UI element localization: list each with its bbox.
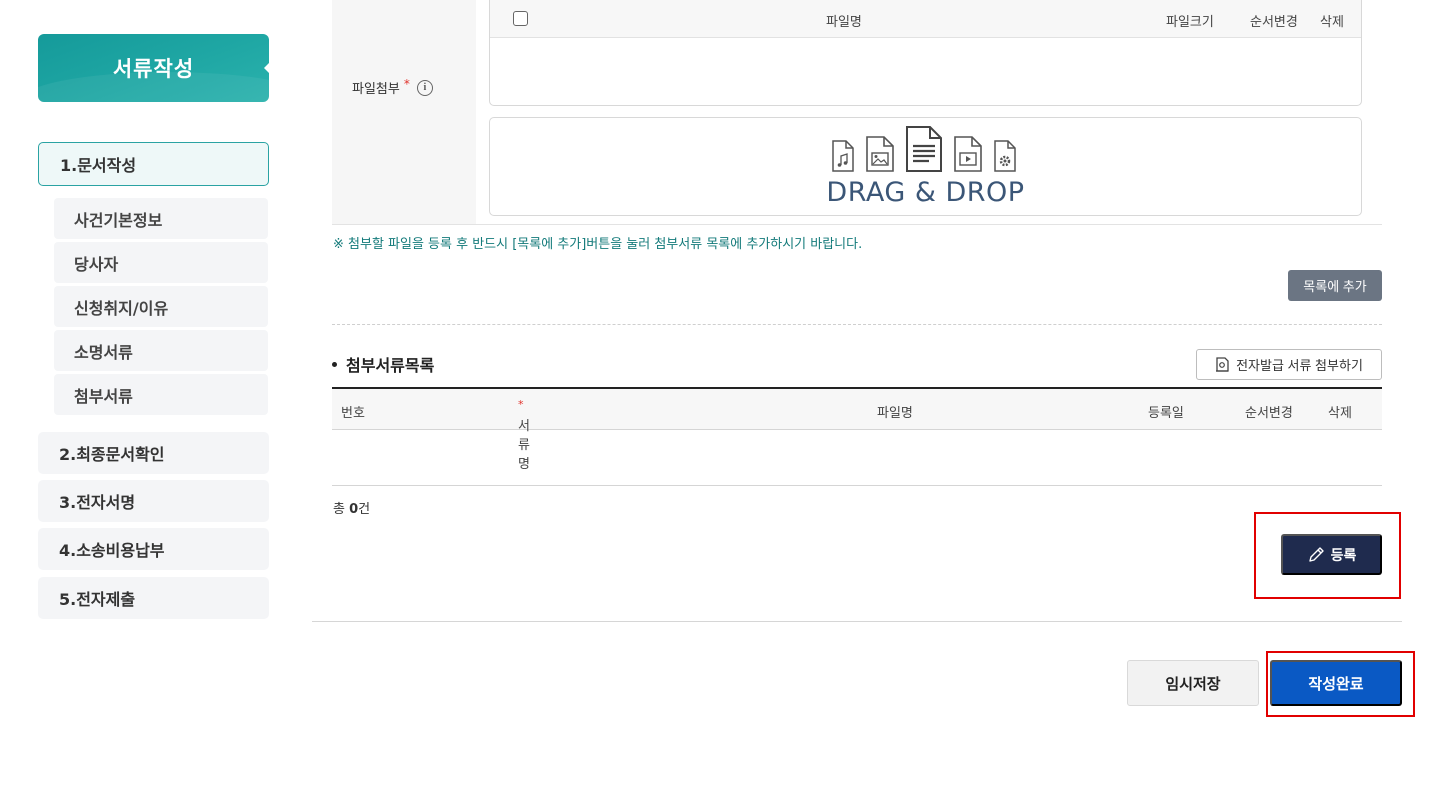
temp-save-button[interactable]: 임시저장 bbox=[1127, 660, 1259, 706]
subnav-parties[interactable]: 당사자 bbox=[54, 242, 268, 283]
col-order: 순서변경 bbox=[1250, 15, 1298, 30]
complete-button[interactable]: 작성완료 bbox=[1270, 660, 1402, 706]
col-filesize: 파일크기 bbox=[1166, 15, 1214, 30]
add-to-list-button[interactable]: 목록에 추가 bbox=[1288, 270, 1382, 301]
nav-step-5[interactable]: 5.전자제출 bbox=[38, 577, 269, 619]
dotted-divider bbox=[332, 324, 1382, 325]
register-button[interactable]: 등록 bbox=[1281, 534, 1382, 575]
col-delete: 삭제 bbox=[1328, 406, 1352, 421]
col-order: 순서변경 bbox=[1245, 406, 1293, 421]
col-docname-text: 서류명 bbox=[518, 419, 530, 472]
subnav-attachments[interactable]: 첨부서류 bbox=[54, 374, 268, 415]
total-suffix: 건 bbox=[358, 502, 371, 517]
required-mark: * bbox=[403, 76, 410, 91]
subnav-label: 당사자 bbox=[74, 254, 119, 274]
col-date: 등록일 bbox=[1148, 406, 1184, 421]
col-docname: 서류명 * bbox=[518, 398, 530, 472]
col-delete: 삭제 bbox=[1320, 15, 1344, 30]
required-mark: * bbox=[518, 398, 524, 411]
attach-label-text: 파일첨부 bbox=[352, 82, 400, 97]
caret-left-icon bbox=[264, 63, 269, 73]
pencil-icon bbox=[1308, 546, 1324, 562]
sidebar-title: 서류작성 bbox=[38, 34, 269, 102]
e-issue-attach-button[interactable]: 전자발급 서류 첨부하기 bbox=[1196, 349, 1382, 380]
subnav-claim[interactable]: 신청취지/이유 bbox=[54, 286, 268, 327]
attach-notice: ※ 첨부할 파일을 등록 후 반드시 [목록에 추가]버튼을 눌러 첨부서류 목… bbox=[333, 237, 863, 252]
select-all-checkbox[interactable] bbox=[513, 11, 528, 26]
audio-file-icon bbox=[832, 140, 854, 172]
certificate-icon bbox=[1216, 356, 1229, 372]
file-type-icons bbox=[831, 126, 1017, 172]
subnav-label: 소명서류 bbox=[74, 342, 133, 362]
image-file-icon bbox=[866, 136, 894, 172]
doclist-title-text: 첨부서류목록 bbox=[346, 356, 435, 375]
nav-step-label: 3.전자서명 bbox=[59, 493, 136, 512]
col-filename: 파일명 bbox=[826, 15, 862, 30]
video-file-icon bbox=[954, 136, 982, 172]
divider bbox=[332, 224, 1382, 225]
doclist-bottom-line bbox=[332, 485, 1382, 486]
register-label: 등록 bbox=[1330, 546, 1357, 563]
nav-step-label: 4.소송비용납부 bbox=[59, 541, 165, 560]
drag-drop-text: DRAG & DROP bbox=[826, 177, 1025, 208]
total-count: 총 0건 bbox=[333, 498, 370, 517]
subnav-label: 사건기본정보 bbox=[74, 210, 163, 230]
settings-file-icon bbox=[994, 140, 1016, 172]
attach-label: 파일첨부 * i bbox=[352, 76, 433, 97]
drag-drop-zone[interactable]: DRAG & DROP bbox=[489, 117, 1362, 216]
file-table: 파일명 파일크기 순서변경 삭제 bbox=[489, 0, 1362, 106]
nav-step-2[interactable]: 2.최종문서확인 bbox=[38, 432, 269, 474]
nav-step-label: 2.최종문서확인 bbox=[59, 445, 165, 464]
document-file-icon bbox=[906, 126, 942, 172]
bullet-icon bbox=[332, 361, 337, 367]
e-issue-attach-label: 전자발급 서류 첨부하기 bbox=[1236, 358, 1363, 373]
nav-step-1[interactable]: 1.문서작성 bbox=[38, 142, 269, 186]
info-icon[interactable]: i bbox=[416, 79, 433, 96]
nav-step-4[interactable]: 4.소송비용납부 bbox=[38, 528, 269, 570]
subnav-case-info[interactable]: 사건기본정보 bbox=[54, 198, 268, 239]
file-table-header: 파일명 파일크기 순서변경 삭제 bbox=[490, 0, 1361, 38]
attach-label-cell bbox=[332, 0, 476, 225]
nav-step-label: 5.전자제출 bbox=[59, 590, 136, 609]
nav-step-3[interactable]: 3.전자서명 bbox=[38, 480, 269, 522]
sidebar-title-text: 서류작성 bbox=[112, 57, 195, 81]
subnav-evidence[interactable]: 소명서류 bbox=[54, 330, 268, 371]
subnav-label: 신청취지/이유 bbox=[74, 298, 169, 318]
doclist-header: 번호 서류명 * 파일명 등록일 순서변경 삭제 bbox=[332, 387, 1382, 472]
subnav-label: 첨부서류 bbox=[74, 386, 133, 406]
doclist-title: 첨부서류목록 bbox=[332, 352, 434, 376]
total-prefix: 총 bbox=[333, 502, 345, 517]
footer-divider bbox=[312, 621, 1402, 622]
col-no: 번호 bbox=[341, 406, 365, 421]
col-filename: 파일명 bbox=[877, 406, 913, 421]
total-number: 0 bbox=[349, 502, 359, 517]
nav-step-label: 1.문서작성 bbox=[60, 156, 137, 175]
